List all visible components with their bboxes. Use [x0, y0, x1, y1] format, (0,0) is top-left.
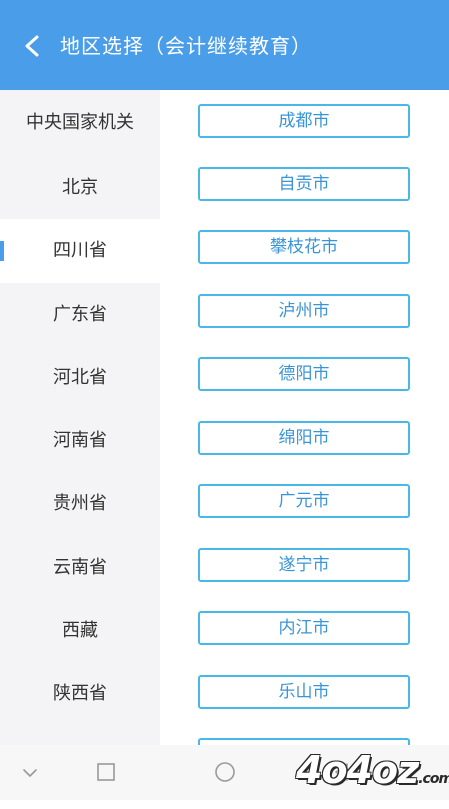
province-item[interactable]: 陕西省 — [0, 662, 160, 725]
region-selector: 中央国家机关 北京 四川省 广东省 河北省 河南省 贵州省 云南省 西藏 陕西省… — [0, 90, 449, 745]
province-item[interactable]: 贵州省 — [0, 472, 160, 535]
city-button[interactable]: 自贡市 — [198, 167, 410, 201]
city-button[interactable]: 德阳市 — [198, 357, 410, 391]
province-item-selected[interactable]: 四川省 — [0, 219, 160, 283]
province-item[interactable]: 广东省 — [0, 283, 160, 346]
province-item[interactable]: 河北省 — [0, 346, 160, 409]
province-item[interactable]: 西藏 — [0, 599, 160, 662]
city-button[interactable]: 广元市 — [198, 484, 410, 518]
province-item[interactable]: 中央国家机关 — [0, 90, 160, 156]
city-list: 成都市 自贡市 攀枝花市 泸州市 德阳市 绵阳市 广元市 遂宁市 内江市 乐山市 — [160, 90, 449, 745]
nav-collapse-button[interactable] — [18, 760, 42, 784]
back-chevron-icon — [25, 35, 39, 57]
watermark-text: 4o4oz — [296, 748, 419, 792]
watermark-suffix: .com — [418, 771, 449, 787]
back-button[interactable] — [14, 28, 50, 64]
city-button[interactable]: 内江市 — [198, 611, 410, 645]
city-button[interactable]: 乐山市 — [198, 675, 410, 709]
city-button[interactable]: 攀枝花市 — [198, 230, 410, 264]
chevron-down-icon — [23, 769, 37, 777]
circle-icon — [215, 762, 235, 782]
square-icon — [97, 763, 115, 781]
city-button[interactable]: 绵阳市 — [198, 421, 410, 455]
city-button[interactable]: 泸州市 — [198, 294, 410, 328]
province-list: 中央国家机关 北京 四川省 广东省 河北省 河南省 贵州省 云南省 西藏 陕西省 — [0, 90, 160, 745]
page-title: 地区选择（会计继续教育） — [60, 34, 312, 58]
province-item[interactable]: 北京 — [0, 156, 160, 219]
app-header: 地区选择（会计继续教育） — [0, 0, 449, 90]
province-item[interactable]: 河南省 — [0, 409, 160, 472]
nav-home-button[interactable] — [213, 760, 237, 784]
city-button[interactable]: 遂宁市 — [198, 548, 410, 582]
nav-recents-button[interactable] — [94, 760, 118, 784]
city-button[interactable]: 成都市 — [198, 104, 410, 138]
site-watermark: 4o4oz.com — [296, 740, 449, 800]
province-item[interactable]: 云南省 — [0, 536, 160, 599]
